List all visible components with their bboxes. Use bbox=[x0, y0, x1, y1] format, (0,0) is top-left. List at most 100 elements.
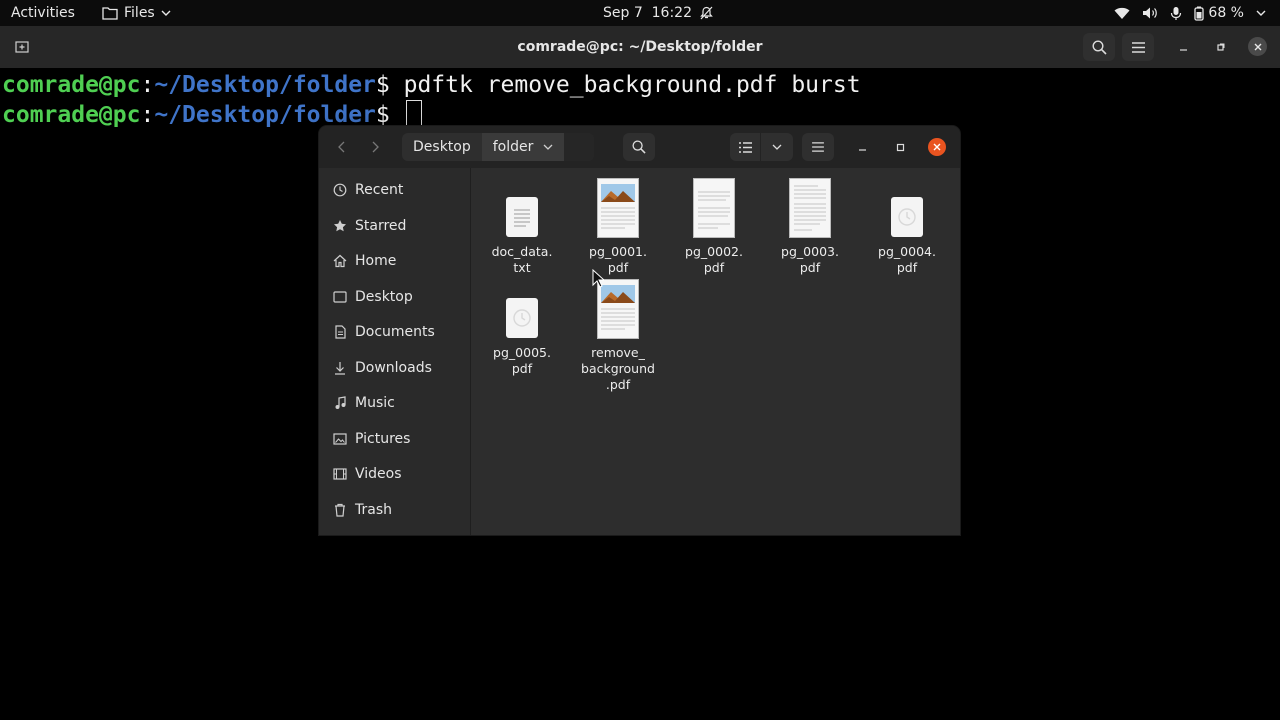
file-name: pg_0002. pdf bbox=[685, 244, 743, 275]
terminal-command: pdftk remove_background.pdf burst bbox=[403, 72, 861, 98]
pdf-thumbnail-icon bbox=[789, 178, 831, 238]
prompt-dollar: $ bbox=[375, 72, 404, 98]
terminal-menu-button[interactable] bbox=[1122, 33, 1154, 61]
terminal-maximize-button[interactable] bbox=[1209, 33, 1231, 61]
home-icon bbox=[319, 254, 355, 268]
bell-mute-icon bbox=[700, 6, 713, 20]
documents-icon bbox=[319, 324, 355, 339]
back-button[interactable] bbox=[326, 133, 356, 161]
sidebar-item-downloads[interactable]: Downloads bbox=[319, 350, 470, 385]
terminal-line: comrade@pc:~/Desktop/folder$ bbox=[2, 100, 422, 129]
terminal-search-button[interactable] bbox=[1083, 33, 1115, 61]
file-name: pg_0005. pdf bbox=[493, 345, 551, 376]
pictures-icon bbox=[319, 432, 355, 445]
sidebar-item-videos[interactable]: Videos bbox=[319, 456, 470, 491]
wifi-icon bbox=[1114, 7, 1130, 20]
sidebar-item-label: Recent bbox=[355, 181, 404, 198]
sidebar-item-label: Trash bbox=[355, 501, 392, 518]
desktop-icon bbox=[319, 290, 355, 303]
sidebar-item-label: Music bbox=[355, 394, 395, 411]
star-icon bbox=[319, 219, 355, 233]
trash-icon bbox=[319, 503, 355, 517]
minimize-icon bbox=[858, 148, 866, 151]
path-crumb-empty bbox=[564, 133, 595, 161]
battery-percent: 68 % bbox=[1208, 5, 1244, 21]
pdf-thumbnail-icon bbox=[597, 178, 639, 238]
path-crumb-folder[interactable]: folder bbox=[481, 133, 565, 161]
videos-icon bbox=[319, 467, 355, 480]
sidebar-item-music[interactable]: Music bbox=[319, 385, 470, 420]
minimize-icon bbox=[1179, 48, 1187, 51]
file-item-pg-0004[interactable]: pg_0004. pdf bbox=[862, 176, 952, 276]
file-name: remove_ background .pdf bbox=[581, 345, 655, 392]
sidebar-item-label: Pictures bbox=[355, 430, 411, 447]
chevron-down-icon bbox=[161, 10, 171, 16]
file-item-doc-data[interactable]: doc_data. txt bbox=[477, 176, 567, 276]
terminal-line: comrade@pc:~/Desktop/folder$ pdftk remov… bbox=[2, 71, 861, 100]
search-button[interactable] bbox=[623, 133, 655, 161]
sidebar-item-desktop[interactable]: Desktop bbox=[319, 279, 470, 314]
list-view-icon bbox=[738, 141, 752, 153]
file-item-pg-0002[interactable]: pg_0002. pdf bbox=[669, 176, 759, 276]
file-item-pg-0005[interactable]: pg_0005. pdf bbox=[477, 277, 567, 377]
file-grid[interactable]: doc_data. txt pg_0001. pdf pg_0002. pdf … bbox=[471, 168, 960, 535]
sidebar-item-label: Videos bbox=[355, 465, 402, 482]
file-manager-headerbar: Desktop folder bbox=[319, 126, 960, 168]
sidebar-item-documents[interactable]: Documents bbox=[319, 314, 470, 349]
prompt-user: comrade@pc bbox=[2, 102, 141, 128]
sidebar-item-home[interactable]: Home bbox=[319, 243, 470, 278]
loading-file-icon bbox=[891, 197, 923, 237]
sidebar-item-starred[interactable]: Starred bbox=[319, 208, 470, 243]
file-name: doc_data. txt bbox=[491, 244, 553, 275]
prompt-dollar: $ bbox=[375, 102, 404, 128]
hamburger-icon bbox=[812, 142, 824, 152]
activities-button[interactable]: Activities bbox=[11, 0, 75, 26]
prompt-path: ~/Desktop/folder bbox=[154, 102, 376, 128]
search-icon bbox=[1091, 39, 1107, 55]
view-options-button[interactable] bbox=[761, 133, 793, 161]
maximize-button[interactable] bbox=[889, 133, 911, 161]
download-icon bbox=[319, 361, 355, 375]
music-icon bbox=[319, 395, 355, 410]
top-bar: Activities Files Sep 7 16:22 68 % bbox=[0, 0, 1280, 26]
volume-icon bbox=[1142, 6, 1158, 20]
file-item-pg-0003[interactable]: pg_0003. pdf bbox=[765, 176, 855, 276]
close-button[interactable] bbox=[928, 138, 946, 156]
path-crumb-label: folder bbox=[492, 139, 534, 155]
sidebar-item-label: Desktop bbox=[355, 288, 413, 305]
loading-file-icon bbox=[506, 298, 538, 338]
sidebar-item-pictures[interactable]: Pictures bbox=[319, 421, 470, 456]
battery-icon bbox=[1194, 6, 1205, 21]
prompt-sep: : bbox=[140, 72, 155, 98]
folder-icon bbox=[102, 7, 118, 20]
pdf-thumbnail-icon bbox=[693, 178, 735, 238]
main-menu-button[interactable] bbox=[802, 133, 834, 161]
sidebar-item-label: Documents bbox=[355, 323, 435, 340]
forward-button[interactable] bbox=[360, 133, 390, 161]
sidebar-item-trash[interactable]: Trash bbox=[319, 492, 470, 527]
file-name: pg_0003. pdf bbox=[781, 244, 839, 275]
sidebar-item-label: Downloads bbox=[355, 359, 432, 376]
terminal-close-button[interactable] bbox=[1248, 37, 1267, 56]
path-crumb-desktop[interactable]: Desktop bbox=[402, 133, 482, 161]
path-bar: Desktop folder bbox=[402, 133, 595, 161]
file-item-remove-background[interactable]: remove_ background .pdf bbox=[573, 277, 663, 393]
clock[interactable]: Sep 7 16:22 bbox=[603, 0, 713, 26]
maximize-icon bbox=[896, 143, 904, 151]
hamburger-icon bbox=[1131, 41, 1145, 53]
list-view-button[interactable] bbox=[730, 133, 760, 161]
minimize-button[interactable] bbox=[851, 133, 873, 161]
sidebar-item-label: Home bbox=[355, 252, 397, 269]
close-icon bbox=[1254, 43, 1261, 50]
sidebar-item-label: Starred bbox=[355, 217, 407, 234]
clock-text: Sep 7 16:22 bbox=[603, 5, 692, 21]
chevron-down-icon bbox=[543, 144, 553, 150]
system-status-menu[interactable]: 68 % bbox=[1114, 0, 1266, 26]
prompt-sep: : bbox=[140, 102, 155, 128]
terminal-minimize-button[interactable] bbox=[1172, 33, 1194, 61]
chevron-left-icon bbox=[337, 141, 344, 153]
file-item-pg-0001[interactable]: pg_0001. pdf bbox=[573, 176, 663, 276]
file-name: pg_0004. pdf bbox=[878, 244, 936, 275]
sidebar-item-recent[interactable]: Recent bbox=[319, 172, 470, 207]
app-menu-files[interactable]: Files bbox=[102, 0, 171, 26]
